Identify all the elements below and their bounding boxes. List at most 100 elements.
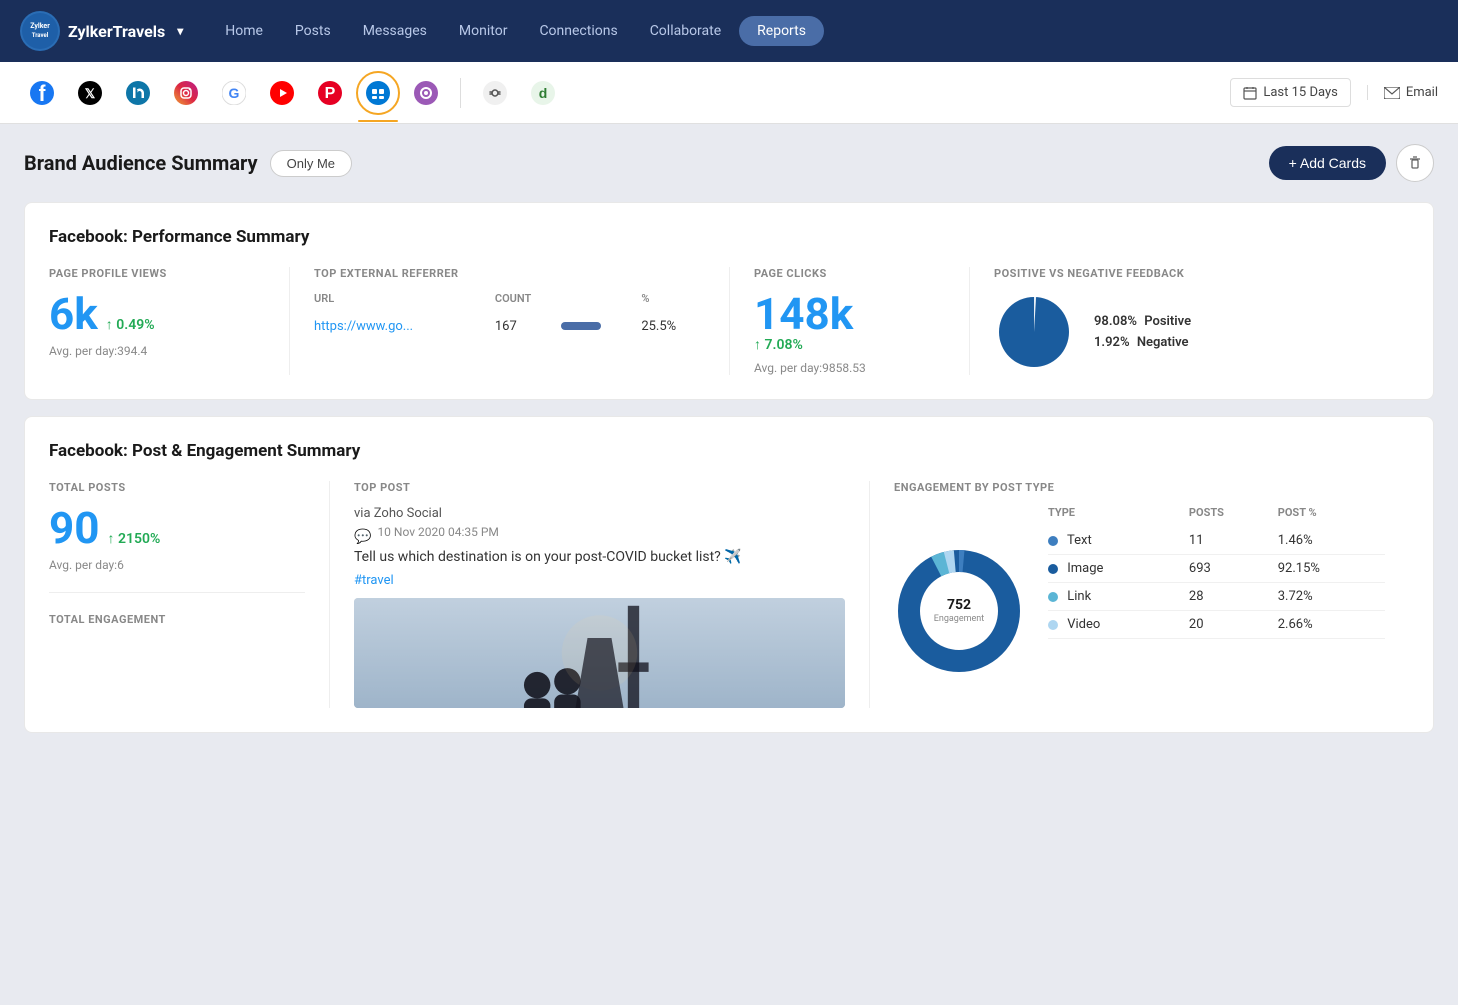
svg-text:G: G [229, 85, 240, 101]
posts-cell: 28 [1189, 583, 1278, 611]
page-clicks-avg: Avg. per day:9858.53 [754, 361, 945, 375]
ref-url-link[interactable]: https://www.go... [314, 319, 413, 334]
posts-cell: 20 [1189, 611, 1278, 639]
email-button[interactable]: Email [1367, 85, 1438, 100]
pct-cell: 3.72% [1278, 583, 1385, 611]
d-icon-btn[interactable]: d [521, 71, 565, 115]
social-extra1-icon-btn[interactable] [404, 71, 448, 115]
page-clicks-label: PAGE CLICKS [754, 267, 945, 280]
social-bar-right: Last 15 Days Email [1230, 78, 1438, 107]
engagement-type-table-wrap: TYPE POSTS POST % Text 11 1.46% Image 69… [1048, 506, 1385, 639]
pct-cell: 1.46% [1278, 527, 1385, 555]
ref-pct: 25.5% [641, 313, 705, 340]
table-row: Link 28 3.72% [1048, 583, 1385, 611]
table-row: https://www.go... 167 25.5% [314, 313, 705, 340]
table-row: Image 693 92.15% [1048, 555, 1385, 583]
type-cell: Image [1048, 555, 1189, 583]
total-posts-avg: Avg. per day:6 [49, 558, 305, 572]
nav-connections[interactable]: Connections [525, 15, 631, 47]
table-row: Text 11 1.46% [1048, 527, 1385, 555]
col-type: TYPE [1048, 506, 1189, 527]
page-clicks-section: PAGE CLICKS 148k ↑ 7.08% Avg. per day:98… [729, 267, 969, 375]
engage-card-title: Facebook: Post & Engagement Summary [49, 441, 1409, 461]
nav-posts[interactable]: Posts [281, 15, 345, 47]
feedback-legend: 98.08% Positive 1.92% Negative [1094, 308, 1195, 356]
posts-cell: 693 [1189, 555, 1278, 583]
youtube-icon-btn[interactable] [260, 71, 304, 115]
donut-wrap: 752 Engagement TYPE POSTS POST % [894, 506, 1385, 676]
brand-chevron-icon: ▾ [177, 24, 183, 38]
perf-grid: PAGE PROFILE VIEWS 6k ↑ 0.49% Avg. per d… [49, 267, 1409, 375]
type-cell: Video [1048, 611, 1189, 639]
type-cell: Text [1048, 527, 1189, 555]
delete-button[interactable] [1396, 144, 1434, 182]
svg-text:d: d [539, 85, 548, 101]
profile-views-avg: Avg. per day:394.4 [49, 344, 265, 358]
feedback-label: POSITIVE VS NEGATIVE FEEDBACK [994, 267, 1385, 280]
referrer-label: TOP EXTERNAL REFERRER [314, 267, 705, 280]
nav-collaborate[interactable]: Collaborate [636, 15, 735, 47]
page-title: Brand Audience Summary [24, 151, 258, 175]
brand-logo-area[interactable]: Zylker Travel ZylkerTravels ▾ [20, 11, 183, 51]
negative-pct: 1.92% [1094, 335, 1130, 350]
social-bar: 𝕏 G P d Last 15 Days Em [0, 62, 1458, 124]
social-bar-separator [460, 78, 461, 108]
top-referrer-section: TOP EXTERNAL REFERRER URL COUNT % https:… [289, 267, 729, 375]
engagement-summary-card: Facebook: Post & Engagement Summary TOTA… [24, 416, 1434, 733]
zoho-social-icon-btn[interactable] [356, 71, 400, 115]
negative-legend: 1.92% Negative [1094, 335, 1195, 350]
chain-icon-btn[interactable] [473, 71, 517, 115]
total-engagement-label: TOTAL ENGAGEMENT [49, 613, 305, 626]
referrer-table: URL COUNT % https://www.go... 167 25.5% [314, 292, 705, 340]
top-post-text: Tell us which destination is on your pos… [354, 549, 845, 565]
email-label: Email [1406, 85, 1438, 100]
navbar: Zylker Travel ZylkerTravels ▾ Home Posts… [0, 0, 1458, 62]
type-dot [1048, 536, 1058, 546]
positive-legend: 98.08% Positive [1094, 314, 1195, 329]
pinterest-icon-btn[interactable]: P [308, 71, 352, 115]
page-content: Brand Audience Summary Only Me + Add Car… [0, 124, 1458, 769]
svg-text:𝕏: 𝕏 [85, 86, 96, 101]
col-posts: POSTS [1189, 506, 1278, 527]
performance-summary-card: Facebook: Performance Summary PAGE PROFI… [24, 202, 1434, 400]
nav-monitor[interactable]: Monitor [445, 15, 522, 47]
engagement-type-table: TYPE POSTS POST % Text 11 1.46% Image 69… [1048, 506, 1385, 639]
engage-grid: TOTAL POSTS 90 ↑ 2150% Avg. per day:6 TO… [49, 481, 1409, 708]
top-post-time-row: 💬 10 Nov 2020 04:35 PM [354, 525, 845, 549]
top-post-via: via Zoho Social [354, 506, 845, 521]
twitter-icon-btn[interactable]: 𝕏 [68, 71, 112, 115]
col-post-pct: POST % [1278, 506, 1385, 527]
page-profile-views-section: PAGE PROFILE VIEWS 6k ↑ 0.49% Avg. per d… [49, 267, 289, 375]
perf-card-title: Facebook: Performance Summary [49, 227, 1409, 247]
ref-col-pct2: % [641, 292, 705, 313]
brand-name: ZylkerTravels [68, 22, 165, 41]
message-icon: 💬 [354, 529, 371, 545]
ref-col-url: URL [314, 292, 495, 313]
positive-pct: 98.08% [1094, 314, 1137, 329]
svg-text:P: P [325, 85, 336, 102]
brand-logo: Zylker Travel [20, 11, 60, 51]
total-posts-change: ↑ 2150% [108, 530, 161, 547]
type-dot [1048, 564, 1058, 574]
nav-home[interactable]: Home [211, 15, 277, 47]
top-post-image [354, 598, 845, 708]
profile-views-value: 6k [49, 292, 98, 336]
date-filter[interactable]: Last 15 Days [1230, 78, 1350, 107]
add-cards-button[interactable]: + Add Cards [1269, 146, 1386, 180]
feedback-pie-chart [994, 292, 1074, 372]
type-cell: Link [1048, 583, 1189, 611]
instagram-icon-btn[interactable] [164, 71, 208, 115]
negative-label: Negative [1137, 335, 1189, 350]
top-post-time: 10 Nov 2020 04:35 PM [377, 525, 498, 539]
feedback-pie-wrap: 98.08% Positive 1.92% Negative [994, 292, 1385, 372]
linkedin-icon-btn[interactable] [116, 71, 160, 115]
google-icon-btn[interactable]: G [212, 71, 256, 115]
donut-chart: 752 Engagement [894, 546, 1024, 676]
nav-messages[interactable]: Messages [349, 15, 441, 47]
svg-text:Travel: Travel [32, 32, 49, 39]
facebook-icon-btn[interactable] [20, 71, 64, 115]
profile-views-change: ↑ 0.49% [106, 316, 155, 333]
nav-reports[interactable]: Reports [739, 16, 824, 46]
visibility-button[interactable]: Only Me [270, 150, 352, 177]
date-filter-label: Last 15 Days [1263, 85, 1337, 100]
